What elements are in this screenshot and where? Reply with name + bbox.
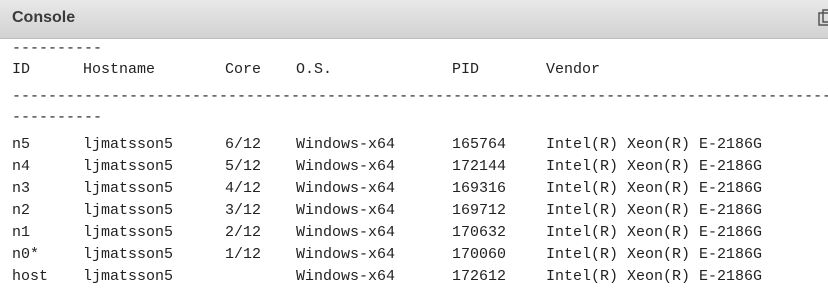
- column-header-vendor: Vendor: [546, 61, 601, 78]
- column-header-hostname: Hostname: [83, 61, 156, 78]
- row-pid: 172144: [452, 158, 507, 175]
- row-core: 4/12: [225, 180, 262, 197]
- row-os: Windows-x64: [296, 136, 396, 153]
- row-hostname: ljmatsson5: [83, 246, 174, 263]
- row-os: Windows-x64: [296, 180, 396, 197]
- row-core: 5/12: [225, 158, 262, 175]
- separator-line: ----------------------------------------…: [0, 86, 828, 107]
- row-id: n1: [12, 224, 31, 241]
- row-pid: 169712: [452, 202, 507, 219]
- table-row: n5 ljmatsson5 6/12 Windows-x64 165764 In…: [0, 134, 828, 155]
- column-header-pid: PID: [452, 61, 480, 78]
- row-id: n5: [12, 136, 31, 153]
- row-vendor: Intel(R) Xeon(R) E-2186G: [546, 202, 763, 219]
- separator-line: ----------: [0, 107, 828, 128]
- row-os: Windows-x64: [296, 158, 396, 175]
- row-id: host: [12, 268, 49, 285]
- row-pid: 172612: [452, 268, 507, 285]
- row-vendor: Intel(R) Xeon(R) E-2186G: [546, 268, 763, 285]
- row-id: n3: [12, 180, 31, 197]
- console-title: Console: [12, 9, 76, 26]
- table-row: n2 ljmatsson5 3/12 Windows-x64 169712 In…: [0, 200, 828, 221]
- row-hostname: ljmatsson5: [83, 268, 174, 285]
- row-hostname: ljmatsson5: [83, 158, 174, 175]
- row-os: Windows-x64: [296, 224, 396, 241]
- copy-icon[interactable]: [818, 9, 828, 27]
- row-hostname: ljmatsson5: [83, 202, 174, 219]
- separator-line: ----------: [0, 38, 828, 59]
- row-os: Windows-x64: [296, 268, 396, 285]
- row-pid: 170632: [452, 224, 507, 241]
- row-core: 2/12: [225, 224, 262, 241]
- row-core: 6/12: [225, 136, 262, 153]
- row-core: 1/12: [225, 246, 262, 263]
- row-core: 3/12: [225, 202, 262, 219]
- row-id: n4: [12, 158, 31, 175]
- console-output[interactable]: ---------- ID Hostname Core O.S. PID Ven…: [0, 38, 828, 300]
- row-pid: 170060: [452, 246, 507, 263]
- row-id: n2: [12, 202, 31, 219]
- table-row: n0* ljmatsson5 1/12 Windows-x64 170060 I…: [0, 244, 828, 265]
- table-row: host ljmatsson5 Windows-x64 172612 Intel…: [0, 266, 828, 287]
- row-pid: 165764: [452, 136, 507, 153]
- column-header-core: Core: [225, 61, 262, 78]
- row-os: Windows-x64: [296, 202, 396, 219]
- column-header-id: ID: [12, 61, 31, 78]
- separator-short: ----------: [12, 109, 103, 126]
- row-pid: 169316: [452, 180, 507, 197]
- column-header-os: O.S.: [296, 61, 333, 78]
- console-header: Console: [0, 0, 828, 39]
- row-id: n0*: [12, 246, 40, 263]
- row-vendor: Intel(R) Xeon(R) E-2186G: [546, 136, 763, 153]
- console-panel: Console ---------- ID Hostname Core O.S.…: [0, 0, 828, 300]
- table-row: n4 ljmatsson5 5/12 Windows-x64 172144 In…: [0, 156, 828, 177]
- row-os: Windows-x64: [296, 246, 396, 263]
- row-vendor: Intel(R) Xeon(R) E-2186G: [546, 180, 763, 197]
- row-vendor: Intel(R) Xeon(R) E-2186G: [546, 246, 763, 263]
- separator-long: ----------------------------------------…: [12, 88, 828, 105]
- row-vendor: Intel(R) Xeon(R) E-2186G: [546, 158, 763, 175]
- separator-short: ----------: [12, 40, 103, 57]
- row-hostname: ljmatsson5: [83, 224, 174, 241]
- row-hostname: ljmatsson5: [83, 180, 174, 197]
- row-vendor: Intel(R) Xeon(R) E-2186G: [546, 224, 763, 241]
- table-row: n1 ljmatsson5 2/12 Windows-x64 170632 In…: [0, 222, 828, 243]
- table-row: n3 ljmatsson5 4/12 Windows-x64 169316 In…: [0, 178, 828, 199]
- row-hostname: ljmatsson5: [83, 136, 174, 153]
- column-header-row: ID Hostname Core O.S. PID Vendor: [0, 59, 828, 80]
